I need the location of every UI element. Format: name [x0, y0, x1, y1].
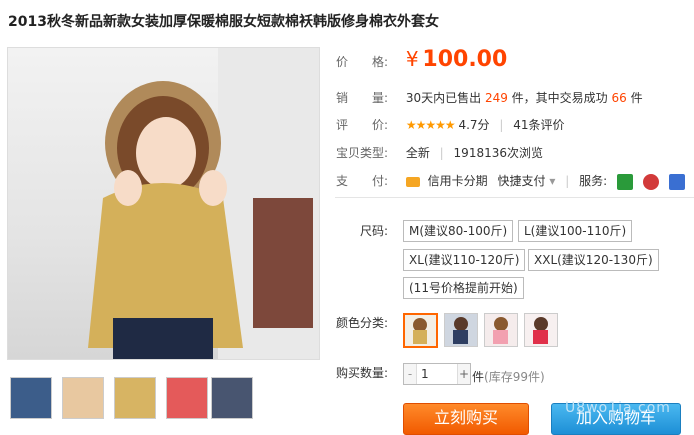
size-option-xxl[interactable]: XXL(建议120-130斤)	[528, 249, 659, 271]
success-count: 66	[611, 91, 627, 105]
main-product-image[interactable]	[7, 47, 320, 360]
quantity-label: 购买数量:	[336, 366, 389, 380]
size-option-xl[interactable]: XL(建议110-120斤)	[403, 249, 526, 271]
quantity-decrease-button[interactable]: -	[404, 364, 417, 384]
item-condition: 全新	[405, 146, 430, 160]
sales-label: 销 量:	[336, 91, 389, 105]
price-row: 价 格: ¥ 100.00	[336, 47, 507, 72]
guarantee-icon[interactable]	[642, 173, 659, 190]
quantity-increase-button[interactable]: +	[457, 364, 470, 384]
model-photo	[88, 48, 319, 359]
sold-count: 249	[484, 91, 508, 105]
separator: |	[565, 174, 570, 188]
size-option-note[interactable]: (11号价格提前开始)	[403, 277, 524, 299]
sales-text: 30天内已售出	[405, 91, 482, 105]
buy-now-button[interactable]: 立刻购买	[403, 403, 529, 435]
separator: |	[499, 118, 504, 132]
size-option-l[interactable]: L(建议100-110斤)	[518, 220, 633, 242]
item-type-row: 宝贝类型: 全新 | 1918136次浏览	[336, 144, 543, 161]
watermark: U8wo1ja.com	[565, 400, 671, 416]
color-swatch-image	[445, 314, 477, 346]
quantity-stepper: - +	[403, 363, 471, 385]
authentic-icon[interactable]	[668, 173, 685, 190]
quick-pay-link[interactable]: 快捷支付	[498, 174, 546, 188]
currency-symbol: ¥	[405, 47, 419, 71]
color-swatch-image	[405, 315, 436, 346]
rating-score: 4.7分	[458, 118, 490, 132]
price-label: 价 格:	[336, 55, 389, 69]
item-type-label: 宝贝类型:	[336, 146, 389, 160]
view-count: 1918136次浏览	[453, 146, 543, 160]
rating-row: 评 价: ★★★★★ 4.7分 | 41条评价	[336, 116, 565, 133]
seven-day-return-icon[interactable]	[616, 173, 633, 190]
color-swatch-image	[485, 314, 517, 346]
thumbnail-image[interactable]	[62, 377, 104, 419]
color-option-red[interactable]	[524, 313, 558, 347]
color-option-pink[interactable]	[484, 313, 518, 347]
sales-text: 件，其中交易成功	[511, 91, 608, 105]
service-label: 服务:	[579, 174, 608, 188]
size-label: 尺码:	[360, 224, 389, 238]
unit-text: 件	[472, 370, 485, 384]
size-option-m[interactable]: M(建议80-100斤)	[403, 220, 514, 242]
credit-installment-link[interactable]: 信用卡分期	[428, 174, 488, 188]
stock-text: (库存99件)	[484, 370, 545, 384]
payment-label: 支 付:	[336, 174, 389, 188]
chevron-down-icon[interactable]: ▾	[549, 174, 555, 188]
sales-row: 销 量: 30天内已售出 249 件，其中交易成功 66 件	[336, 89, 643, 106]
reviews-link[interactable]: 41条评价	[513, 118, 564, 132]
thumbnail-image[interactable]	[114, 377, 156, 419]
color-label: 颜色分类:	[336, 316, 389, 330]
thumbnail-image[interactable]	[10, 377, 52, 419]
thumbnail-image[interactable]	[166, 377, 208, 419]
color-swatch-image	[525, 314, 557, 346]
product-title: 2013秋冬新品新款女装加厚保暖棉服女短款棉袄韩版修身棉衣外套女	[8, 14, 439, 30]
section-divider	[335, 197, 694, 198]
thumbnail-image[interactable]	[211, 377, 253, 419]
color-option-khaki[interactable]	[403, 313, 438, 348]
rating-label: 评 价:	[336, 118, 389, 132]
credit-card-icon	[405, 176, 420, 187]
payment-row: 支 付: 信用卡分期 快捷支付 ▾ | 服务:	[336, 172, 685, 190]
color-option-navy[interactable]	[444, 313, 478, 347]
quantity-input[interactable]	[417, 364, 455, 384]
star-rating-icon: ★★★★★	[405, 118, 456, 132]
sales-text: 件	[630, 91, 643, 105]
quantity-unit: 件(库存99件)	[472, 368, 545, 385]
separator: |	[439, 146, 444, 160]
price-value: 100.00	[422, 47, 508, 72]
